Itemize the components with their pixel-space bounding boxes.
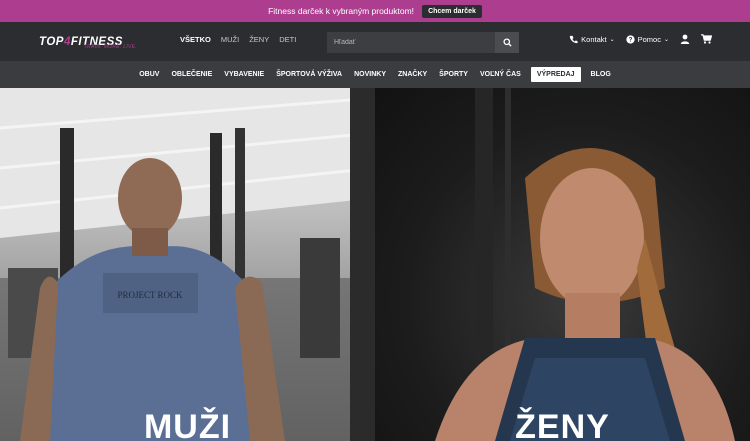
nav-item-blog[interactable]: BLOG [585, 71, 617, 78]
category-nav: OBUV OBLEČENIE VYBAVENIE ŠPORTOVÁ VÝŽIVA… [0, 61, 750, 88]
account-button[interactable] [680, 34, 690, 44]
tab-kids[interactable]: DETI [279, 35, 296, 44]
help-label: Pomoc [637, 34, 661, 44]
utility-nav: Kontakt ⌄ ? Pomoc ⌄ [569, 34, 712, 44]
search-bar [327, 32, 519, 53]
user-icon [680, 34, 690, 44]
chevron-down-icon: ⌄ [663, 36, 669, 43]
nav-item-sale[interactable]: VÝPREDAJ [530, 67, 581, 82]
nav-item-nutrition[interactable]: ŠPORTOVÁ VÝŽIVA [270, 71, 348, 78]
promo-text: Fitness darček k vybraným produktom! [268, 6, 415, 16]
logo-text-top: TOP [39, 36, 64, 48]
women-hero-title: ŽENY [515, 408, 610, 441]
nav-item-new[interactable]: NOVINKY [348, 71, 392, 78]
help-menu[interactable]: ? Pomoc ⌄ [625, 34, 669, 44]
tab-men[interactable]: MUŽI [221, 35, 239, 44]
women-hero-image [435, 88, 735, 441]
nav-item-shoes[interactable]: OBUV [133, 71, 165, 78]
help-icon: ? [625, 34, 635, 43]
logo[interactable]: TOP4FITNESS TRAIN. MORE. LIVE. [39, 32, 137, 52]
contact-menu[interactable]: Kontakt ⌄ [569, 34, 615, 44]
gender-tabs: VŠETKO MUŽI ŽENY DETI [180, 35, 296, 44]
men-hero-title: MUŽI [143, 408, 232, 441]
cart-button[interactable] [701, 34, 712, 44]
search-button[interactable] [495, 32, 519, 53]
women-hero-panel[interactable]: ŽENY [375, 88, 750, 441]
nav-item-clothing[interactable]: OBLEČENIE [165, 71, 218, 78]
chevron-down-icon: ⌄ [609, 36, 615, 43]
contact-label: Kontakt [581, 34, 607, 44]
search-input[interactable] [327, 32, 495, 53]
nav-item-leisure[interactable]: VOĽNÝ ČAS [474, 71, 527, 78]
hero-banner: PROJECT ROCK MUŽI ŽENY [0, 88, 750, 441]
nav-item-sports[interactable]: ŠPORTY [433, 71, 474, 78]
men-hero-panel[interactable]: PROJECT ROCK MUŽI [0, 88, 375, 441]
main-header: TOP4FITNESS TRAIN. MORE. LIVE. VŠETKO MU… [0, 22, 750, 61]
nav-item-brands[interactable]: ZNAČKY [392, 71, 433, 78]
men-hero-image: PROJECT ROCK [0, 88, 375, 441]
promo-bar: Fitness darček k vybraným produktom! Chc… [0, 0, 750, 22]
tab-women[interactable]: ŽENY [249, 35, 269, 44]
svg-text:?: ? [628, 36, 632, 43]
logo-text-four: 4 [63, 36, 71, 48]
phone-icon [570, 35, 578, 43]
promo-button[interactable]: Chcem darček [422, 4, 482, 18]
search-icon [502, 38, 512, 47]
logo-tagline: TRAIN. MORE. LIVE. [83, 44, 137, 50]
shirt-print-text: PROJECT ROCK [117, 290, 183, 300]
cart-icon [701, 34, 712, 44]
tab-all[interactable]: VŠETKO [180, 35, 211, 44]
nav-item-equipment[interactable]: VYBAVENIE [218, 71, 270, 78]
